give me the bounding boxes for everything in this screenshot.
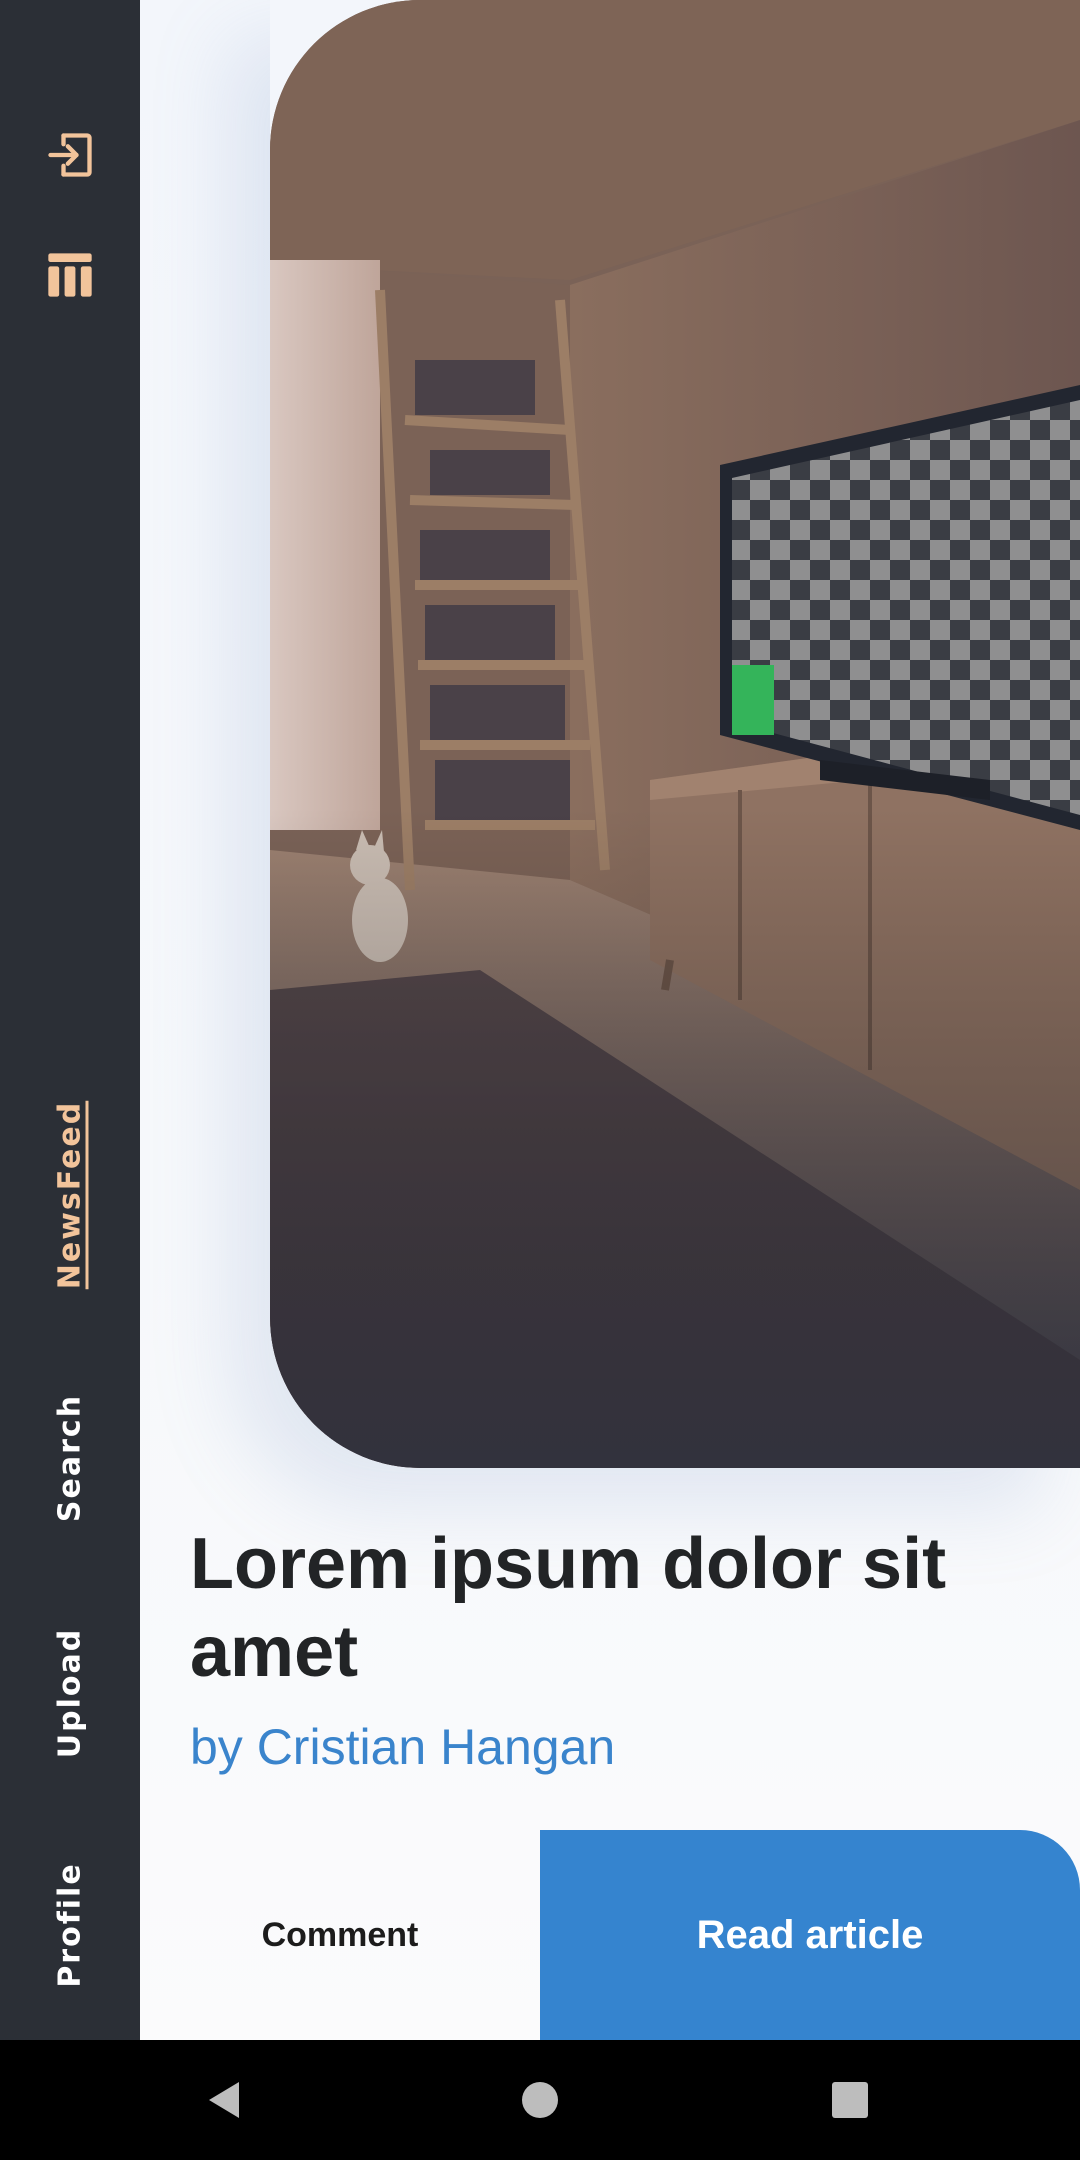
article-title: Lorem ipsum dolor sit amet — [190, 1524, 947, 1692]
table-icon[interactable] — [40, 245, 100, 305]
article-image[interactable] — [270, 0, 1080, 1468]
home-icon[interactable] — [505, 2040, 575, 2160]
comment-button[interactable]: Comment — [140, 1830, 540, 2040]
app-screen: NewsFeed Search Upload Profile Lorem ips… — [0, 0, 1080, 2040]
nav-upload[interactable]: Upload — [53, 1628, 88, 1758]
sidebar: NewsFeed Search Upload Profile — [0, 0, 140, 2040]
nav-profile[interactable]: Profile — [53, 1862, 88, 1987]
login-icon[interactable] — [40, 125, 100, 185]
article-author[interactable]: by Cristian Hangan — [190, 1718, 615, 1776]
nav-search[interactable]: Search — [53, 1394, 88, 1522]
read-article-button[interactable]: Read article — [540, 1830, 1080, 2040]
room-photo — [270, 0, 1080, 1468]
back-icon[interactable] — [190, 2040, 260, 2160]
nav-newsfeed[interactable]: NewsFeed — [53, 1101, 88, 1289]
recents-icon[interactable] — [815, 2040, 885, 2160]
